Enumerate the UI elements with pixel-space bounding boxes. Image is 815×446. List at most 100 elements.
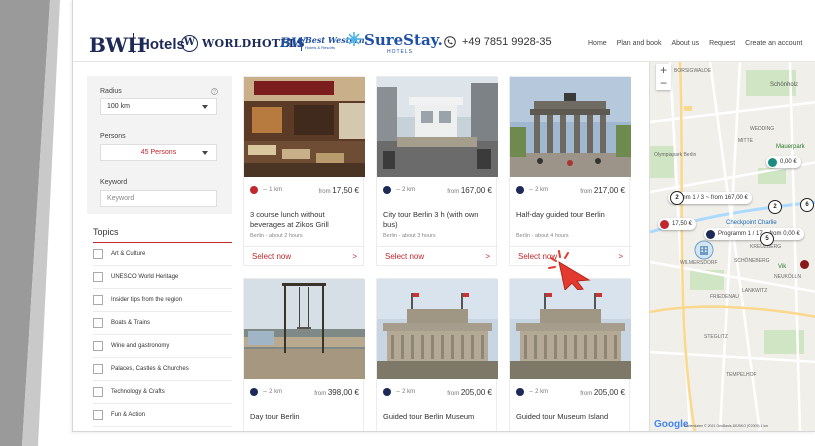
nav-request[interactable]: Request (709, 40, 735, 47)
bwh-logo[interactable]: BWH (89, 33, 146, 57)
topic-unesco[interactable]: UNESCO World Heritage (93, 266, 232, 289)
marker-price: 17,50 € (672, 221, 693, 227)
category-dot (516, 186, 524, 194)
topic-technology[interactable]: Technology & Crafts (93, 381, 232, 404)
zoom-out-button[interactable]: − (656, 77, 671, 90)
map-label: Checkpoint Charlie (726, 220, 777, 226)
surestay-logo[interactable]: SureStay. HOTELS (347, 31, 443, 55)
offer-title[interactable]: Guided tour Museum Island (516, 412, 626, 422)
map-program-marker[interactable]: Programm 1 / 17 ~ from 0,00 € (704, 228, 804, 240)
offer-meta: ~ 1 km from 17,50 € (250, 184, 359, 196)
surestay-burst-icon (347, 32, 361, 46)
price-prefix: from (318, 188, 331, 195)
approx-icon: ~ (529, 388, 534, 396)
topic-label: Art & Culture (111, 251, 146, 257)
select-now-label: Select now (385, 252, 425, 261)
topic-art-culture[interactable]: Art & Culture (93, 243, 232, 266)
surestay-text: SureStay. (364, 31, 443, 49)
checkbox[interactable] (93, 249, 103, 259)
topic-boats-trains[interactable]: Boats & Trains (93, 312, 232, 335)
select-now-button[interactable]: Select now > (377, 246, 498, 266)
topic-wine-gastronomy[interactable]: Wine and gastronomy (93, 335, 232, 358)
marker-program: Programm 1 / 17 ~ from 0,00 € (718, 231, 800, 237)
phone-contact[interactable]: +49 7851 9928-35 (444, 36, 552, 48)
click-cursor-icon (548, 250, 591, 290)
offer-meta: ~ 2 km from 205,00 € (383, 386, 492, 398)
keyword-label: Keyword (100, 179, 128, 186)
map-cluster-marker[interactable]: 2 (670, 191, 684, 205)
map-label: LANKWITZ (742, 288, 768, 294)
checkbox[interactable] (93, 410, 103, 420)
hotel-marker-icon[interactable] (694, 240, 714, 260)
topic-fun-action[interactable]: Fun & Action (93, 404, 232, 427)
checkbox[interactable] (93, 387, 103, 397)
offer-title[interactable]: Day tour Berlin (250, 412, 360, 422)
offer-image-museum (377, 279, 498, 379)
map-marker-dot[interactable] (800, 260, 809, 269)
nav-home[interactable]: Home (588, 40, 607, 47)
offer-distance: 2 km (269, 389, 283, 395)
radius-label: Radius (100, 88, 122, 95)
filter-panel: Radius ? 100 km Persons 45 Persons Keywo… (87, 76, 232, 214)
keyword-input[interactable]: Keyword (100, 190, 217, 207)
main-nav: Home Plan and book About us Request Crea… (588, 40, 802, 47)
offer-meta: ~ 2 km from 167,00 € (383, 184, 492, 196)
offer-card[interactable]: ~ 2 km from 398,00 € Day tour Berlin (243, 278, 365, 431)
map-cluster-marker[interactable]: 5 (760, 232, 774, 246)
radius-select[interactable]: 100 km (100, 98, 217, 115)
checkbox[interactable] (93, 364, 103, 374)
offer-price: 205,00 € (460, 387, 492, 397)
offer-card[interactable]: ~ 2 km from 217,00 € Half-day guided tou… (509, 76, 631, 266)
offer-card[interactable]: ~ 2 km from 205,00 € Guided tour Berlin … (376, 278, 498, 431)
offer-title[interactable]: Half-day guided tour Berlin (516, 210, 626, 220)
persons-select[interactable]: 45 Persons (100, 144, 217, 161)
offer-price: 167,00 € (460, 185, 492, 195)
marker-price: 0,00 € (780, 159, 797, 165)
offer-card[interactable]: ~ 1 km from 17,50 € 3 course lunch witho… (243, 76, 365, 266)
offer-map[interactable]: BORSIGWALDE Schönholz Mauerpark MITTE WE… (649, 62, 815, 431)
nav-about-us[interactable]: About us (671, 40, 699, 47)
topic-insider-tips[interactable]: Insider tips from the region (93, 289, 232, 312)
map-label: NEUKÖLLN (774, 274, 801, 280)
checkbox[interactable] (93, 272, 103, 282)
map-label: MITTE (738, 138, 753, 144)
offer-title[interactable]: Guided tour Berlin Museum (383, 412, 493, 422)
price-prefix: from (447, 188, 460, 195)
checkbox[interactable] (93, 318, 103, 328)
offer-card[interactable]: ~ 2 km from 205,00 € Guided tour Museum … (509, 278, 631, 431)
offer-title[interactable]: 3 course lunch without beverages at Ziko… (250, 210, 360, 230)
map-cluster-marker[interactable]: 6 (800, 198, 814, 212)
map-label: WEDDING (750, 126, 775, 132)
offer-price-wrap: from 17,50 € (319, 186, 359, 195)
map-zoom-control: + − (656, 64, 671, 90)
category-dot (516, 388, 524, 396)
price-prefix: from (447, 390, 460, 397)
select-now-button[interactable]: Select now > (244, 246, 365, 266)
map-label: WILMERSDORF (680, 260, 718, 266)
svg-text:?: ? (213, 89, 216, 95)
map-price-marker[interactable]: 17,50 € (658, 218, 697, 230)
topic-label: Insider tips from the region (111, 297, 183, 303)
category-dot (383, 388, 391, 396)
nav-plan-and-book[interactable]: Plan and book (617, 40, 662, 47)
map-attribution[interactable]: Kartendaten © 2021 GeoBasis-DE/BKG (©200… (684, 424, 768, 428)
nav-create-account[interactable]: Create an account (745, 40, 802, 47)
category-dot (250, 388, 258, 396)
topic-label: Fun & Action (111, 412, 146, 418)
topic-palaces[interactable]: Palaces, Castles & Churches (93, 358, 232, 381)
chevron-right-icon: > (485, 252, 490, 261)
offer-title[interactable]: City tour Berlin 3 h (with own bus) (383, 210, 493, 230)
map-cluster-marker[interactable]: 2 (768, 200, 782, 214)
offer-price: 205,00 € (593, 387, 625, 397)
offer-card[interactable]: ~ 2 km from 167,00 € City tour Berlin 3 … (376, 76, 498, 266)
checkbox[interactable] (93, 341, 103, 351)
map-price-marker[interactable]: 0,00 € (766, 156, 801, 168)
help-icon[interactable]: ? (211, 88, 218, 95)
topic-label: Palaces, Castles & Churches (111, 366, 189, 372)
approx-icon: ~ (263, 186, 268, 194)
checkbox[interactable] (93, 295, 103, 305)
bwh-logo-hotels[interactable]: Hotels (139, 36, 185, 53)
map-label: Olympiapark Berlin (654, 152, 697, 158)
marker-dot (660, 219, 669, 229)
map-label: Vik (778, 264, 787, 270)
